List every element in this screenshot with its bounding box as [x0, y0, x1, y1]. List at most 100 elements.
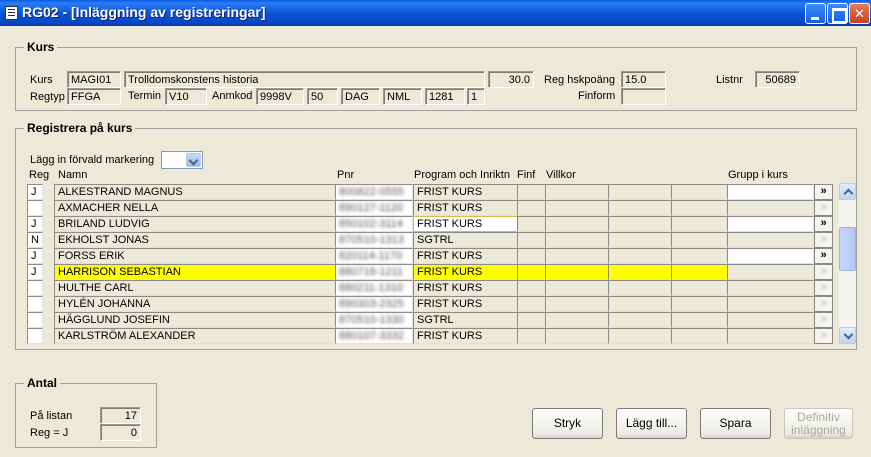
definitiv-inlaggning-button[interactable]: Definitiv inläggning: [784, 408, 853, 439]
cell-finf: [517, 200, 546, 216]
listnr-label: Listnr: [716, 74, 743, 86]
cell-namn: FORSS ERIK: [54, 248, 336, 264]
cell-reg[interactable]: [27, 200, 43, 216]
col-header-reg: Reg: [29, 169, 50, 181]
cell-reg[interactable]: J: [27, 248, 43, 264]
finform-label: Finform: [578, 90, 616, 102]
cell-v2: [608, 264, 672, 280]
definitiv-label-2: inläggning: [791, 423, 846, 437]
pa-listan-label: På listan: [30, 410, 73, 422]
cell-program: FRIST KURS: [413, 328, 518, 344]
scroll-thumb[interactable]: [839, 227, 856, 271]
cell-grupp[interactable]: [727, 296, 814, 312]
double-chevron-right-icon[interactable]: »: [814, 328, 833, 344]
col-header-villkor: Villkor: [546, 169, 576, 181]
cell-grupp[interactable]: [727, 184, 814, 200]
cell-finf: [517, 216, 546, 232]
cell-grupp[interactable]: [727, 232, 814, 248]
cell-reg[interactable]: [27, 296, 43, 312]
cell-finf: [517, 184, 546, 200]
reg-j-label: Reg = J: [30, 427, 69, 439]
lagg-till-button[interactable]: Lägg till...: [616, 408, 687, 439]
cell-reg[interactable]: J: [27, 216, 43, 232]
kurs-field-50: 50: [307, 88, 338, 105]
cell-program: FRIST KURS: [413, 248, 518, 264]
spara-button[interactable]: Spara: [700, 408, 771, 439]
grid-scrollbar[interactable]: [839, 183, 856, 344]
cell-v2: [608, 216, 672, 232]
scroll-down-icon[interactable]: [839, 327, 856, 344]
maximize-button[interactable]: [827, 3, 848, 24]
pa-listan-field: 17: [100, 407, 141, 424]
cell-reg[interactable]: J: [27, 264, 43, 280]
cell-grupp[interactable]: [727, 248, 814, 264]
cell-grupp[interactable]: [727, 328, 814, 344]
kurs-field-1281: 1281: [425, 88, 465, 105]
cell-pnr: 800822-0555: [335, 184, 413, 200]
scroll-up-icon[interactable]: [839, 183, 856, 200]
termin-label: Termin: [128, 90, 162, 102]
chevron-down-icon[interactable]: [186, 153, 201, 167]
double-chevron-right-icon[interactable]: »: [814, 280, 833, 296]
double-chevron-right-icon[interactable]: »: [814, 312, 833, 328]
cell-villkor: [545, 232, 609, 248]
double-chevron-right-icon[interactable]: »: [814, 232, 833, 248]
table-row[interactable]: J ALKESTRAND MAGNUS 800822-0555 FRIST KURS »: [27, 184, 833, 200]
table-row[interactable]: HULTHE CARL 880211-1310 FRIST KURS »: [27, 280, 833, 296]
kurs-label: Kurs: [30, 74, 53, 86]
double-chevron-right-icon[interactable]: »: [814, 184, 833, 200]
cell-program: FRIST KURS: [413, 296, 518, 312]
kurs-code-field: MAGI01: [67, 71, 121, 88]
double-chevron-right-icon[interactable]: »: [814, 216, 833, 232]
col-header-grupp: Grupp i kurs: [728, 169, 788, 181]
col-header-namn: Namn: [58, 169, 88, 181]
table-row[interactable]: J BRILAND LUDVIG 850102-3114 FRIST KURS »: [27, 216, 833, 232]
cell-finf: [517, 296, 546, 312]
cell-v3: [671, 184, 728, 200]
cell-program: FRIST KURS: [413, 280, 518, 296]
cell-program: FRIST KURS: [413, 264, 518, 280]
double-chevron-right-icon[interactable]: »: [814, 264, 833, 280]
stryk-button[interactable]: Stryk: [532, 408, 603, 439]
cell-villkor: [545, 216, 609, 232]
cell-grupp[interactable]: [727, 312, 814, 328]
cell-namn: HARRISON SEBASTIAN: [54, 264, 336, 280]
cell-pnr: 890127-1120: [335, 200, 413, 216]
cell-pnr: 880718-1211: [335, 264, 413, 280]
double-chevron-right-icon[interactable]: »: [814, 248, 833, 264]
cell-pnr: 880107-3332: [335, 328, 413, 344]
cell-finf: [517, 232, 546, 248]
cell-reg[interactable]: J: [27, 184, 43, 200]
minimize-button[interactable]: [805, 3, 826, 24]
cell-reg[interactable]: N: [27, 232, 43, 248]
cell-v3: [671, 248, 728, 264]
default-mark-combo[interactable]: [161, 151, 203, 169]
close-button[interactable]: ✕: [849, 3, 870, 24]
table-row[interactable]: KARLSTRÖM ALEXANDER 880107-3332 FRIST KURS…: [27, 328, 833, 344]
table-row[interactable]: AXMACHER NELLA 890127-1120 FRIST KURS »: [27, 200, 833, 216]
double-chevron-right-icon[interactable]: »: [814, 200, 833, 216]
cell-reg[interactable]: [27, 328, 43, 344]
table-row[interactable]: J FORSS ERIK 820114-1170 FRIST KURS »: [27, 248, 833, 264]
cell-pnr: 820114-1170: [335, 248, 413, 264]
cell-reg[interactable]: [27, 312, 43, 328]
cell-grupp[interactable]: [727, 280, 814, 296]
double-chevron-right-icon[interactable]: »: [814, 296, 833, 312]
cell-pnr: 850102-3114: [335, 216, 413, 232]
table-row[interactable]: HYLÉN JOHANNA 890303-2325 FRIST KURS »: [27, 296, 833, 312]
col-header-pnr: Pnr: [337, 169, 355, 181]
cell-v3: [671, 328, 728, 344]
reg-hskpoang-label: Reg hskpoäng: [544, 74, 615, 86]
cell-v2: [608, 328, 672, 344]
cell-reg[interactable]: [27, 280, 43, 296]
cell-grupp[interactable]: [727, 216, 814, 232]
cell-grupp[interactable]: [727, 200, 814, 216]
table-row[interactable]: N EKHOLST JONAS 870510-1313 SGTRL »: [27, 232, 833, 248]
cell-grupp[interactable]: [727, 264, 814, 280]
table-row[interactable]: HÄGGLUND JOSEFIN 870510-1330 SGTRL »: [27, 312, 833, 328]
cell-program: FRIST KURS: [413, 200, 518, 216]
cell-namn: EKHOLST JONAS: [54, 232, 336, 248]
table-row[interactable]: J HARRISON SEBASTIAN 880718-1211 FRIST KURS…: [27, 264, 833, 280]
cell-v2: [608, 248, 672, 264]
app-icon: [5, 6, 18, 20]
